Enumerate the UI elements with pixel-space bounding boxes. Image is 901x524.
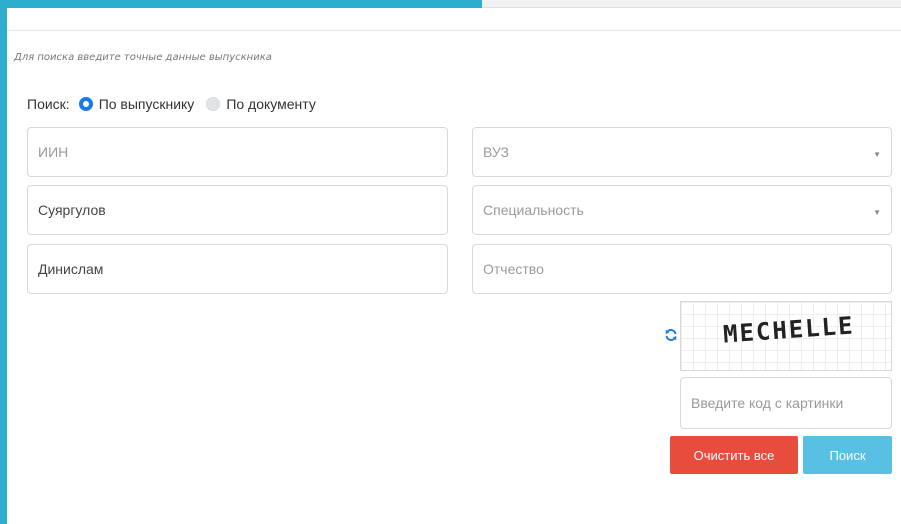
radio-by-document-label: По документу	[226, 96, 316, 112]
search-mode-label: Поиск:	[27, 96, 70, 112]
university-placeholder: ВУЗ	[483, 144, 509, 160]
radio-by-graduate-label: По выпускнику	[98, 96, 195, 112]
radio-selected-icon	[78, 97, 93, 111]
divider	[7, 30, 901, 31]
clear-all-button[interactable]: Очистить все	[670, 436, 798, 474]
top-bar	[482, 0, 901, 8]
university-select[interactable]: ВУЗ ▼	[472, 127, 892, 177]
patronymic-input[interactable]: Отчество	[472, 244, 892, 294]
first-name-input[interactable]: Динислам	[27, 244, 448, 294]
search-hint: Для поиска введите точные данные выпускн…	[14, 52, 272, 63]
specialty-placeholder: Специальность	[483, 202, 584, 218]
chevron-down-icon: ▼	[873, 150, 881, 159]
refresh-icon[interactable]	[664, 328, 678, 342]
search-mode-group: Поиск: По выпускнику По документу	[27, 94, 328, 114]
captcha-input[interactable]: Введите код с картинки	[680, 377, 892, 429]
first-name-value: Динислам	[38, 261, 104, 277]
top-accent-bar	[0, 0, 482, 8]
page: Для поиска введите точные данные выпускн…	[0, 0, 901, 524]
iin-placeholder: ИИН	[38, 144, 69, 160]
iin-input[interactable]: ИИН	[27, 127, 448, 177]
chevron-down-icon: ▼	[873, 208, 881, 217]
captcha-image: MECHELLE	[680, 301, 892, 371]
last-name-input[interactable]: Суяргулов	[27, 185, 448, 235]
radio-unselected-icon	[206, 97, 221, 111]
captcha-placeholder: Введите код с картинки	[691, 395, 844, 411]
radio-by-graduate[interactable]: По выпускнику	[78, 96, 195, 112]
search-button[interactable]: Поиск	[803, 436, 892, 474]
specialty-select[interactable]: Специальность ▼	[472, 185, 892, 235]
left-accent-bar	[0, 0, 7, 524]
last-name-value: Суяргулов	[38, 202, 106, 218]
radio-by-document[interactable]: По документу	[206, 96, 316, 112]
patronymic-placeholder: Отчество	[483, 261, 544, 277]
